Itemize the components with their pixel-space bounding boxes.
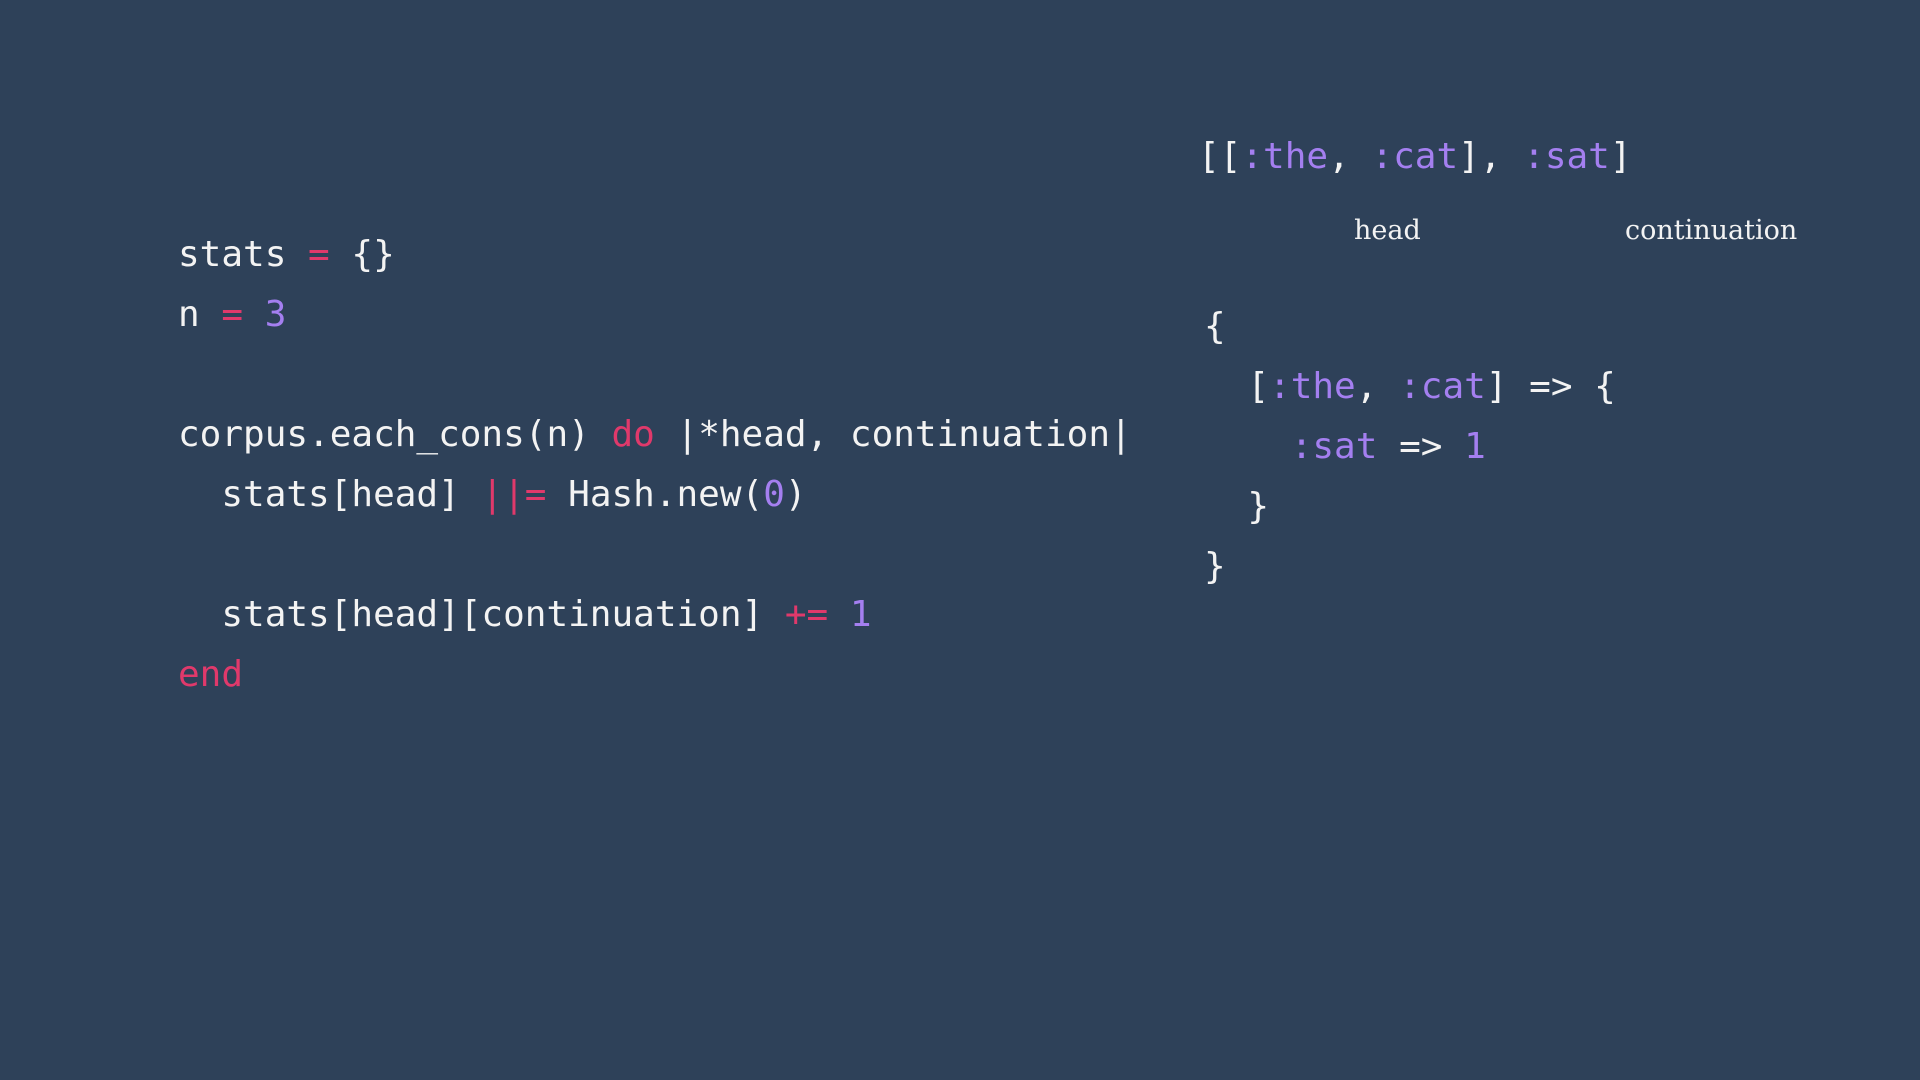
code-token-plain: stats <box>178 234 309 275</box>
code-token-plain: } <box>1204 486 1270 527</box>
continuation-annotation: continuation <box>1625 215 1798 246</box>
code-token-kw: end <box>178 654 244 695</box>
code-token-kw: do <box>611 414 655 455</box>
code-token-op: = <box>308 234 330 275</box>
code-token-sym: :the <box>1269 366 1356 407</box>
code-token-sym: :sat <box>1523 136 1610 177</box>
code-token-sym: :sat <box>1290 426 1378 467</box>
code-token-plain: { <box>1204 306 1226 347</box>
code-token-sym: :cat <box>1399 366 1486 407</box>
code-token-sym: :the <box>1241 136 1329 177</box>
ruby-code-block: stats = {} n = 3 corpus.each_cons(n) do … <box>178 0 1178 1080</box>
hash-line: :sat => 1 <box>1204 426 1486 467</box>
code-token-op: ||= <box>481 474 547 515</box>
head-annotation: head <box>1354 215 1421 246</box>
hash-line: } <box>1204 486 1269 527</box>
hash-line: { <box>1204 306 1226 347</box>
code-token-sym: :cat <box>1371 136 1459 177</box>
code-token-plain: corpus.each_cons(n) <box>178 414 612 455</box>
code-token-op: = <box>221 294 244 335</box>
hash-line: [:the, :cat] => { <box>1204 366 1616 407</box>
code-token-plain: n <box>178 294 222 335</box>
code-token-plain: Hash.new( <box>546 474 764 515</box>
code-token-plain: ] => { <box>1485 366 1616 407</box>
code-token-plain: stats[head] <box>178 474 482 515</box>
code-token-plain: , <box>1328 136 1372 177</box>
code-line: corpus.each_cons(n) do |*head, continuat… <box>178 414 1132 455</box>
code-token-num: 3 <box>264 294 287 335</box>
code-token-num: 1 <box>1464 426 1486 467</box>
code-token-plain: } <box>1204 546 1226 587</box>
code-token-plain: ] <box>1609 136 1632 177</box>
code-token-plain: => <box>1377 426 1465 467</box>
code-line: stats = {} <box>178 234 395 275</box>
code-token-plain: {} <box>329 234 395 275</box>
code-token-plain: stats[head][continuation] <box>178 594 785 635</box>
code-line: stats[head][continuation] += 1 <box>178 594 872 635</box>
code-token-num: 0 <box>763 474 785 515</box>
code-token-plain: |*head, continuation| <box>654 414 1132 455</box>
code-token-plain: ], <box>1458 136 1524 177</box>
hash-line: } <box>1204 546 1226 587</box>
code-token-num: 1 <box>849 594 872 635</box>
code-token-plain: [ <box>1204 366 1270 407</box>
array-line: [[:the, :cat], :sat] <box>1198 136 1632 177</box>
code-token-plain: [[ <box>1198 136 1242 177</box>
code-token-plain: ) <box>784 474 807 515</box>
code-token-plain: , <box>1355 366 1400 407</box>
code-token-op: += <box>784 594 829 635</box>
code-line: n = 3 <box>178 294 286 335</box>
code-line: stats[head] ||= Hash.new(0) <box>178 474 807 515</box>
code-line: end <box>178 654 243 695</box>
data-structure-example: [[:the, :cat], :sat] { [:the, :cat] => {… <box>1198 0 1898 1080</box>
